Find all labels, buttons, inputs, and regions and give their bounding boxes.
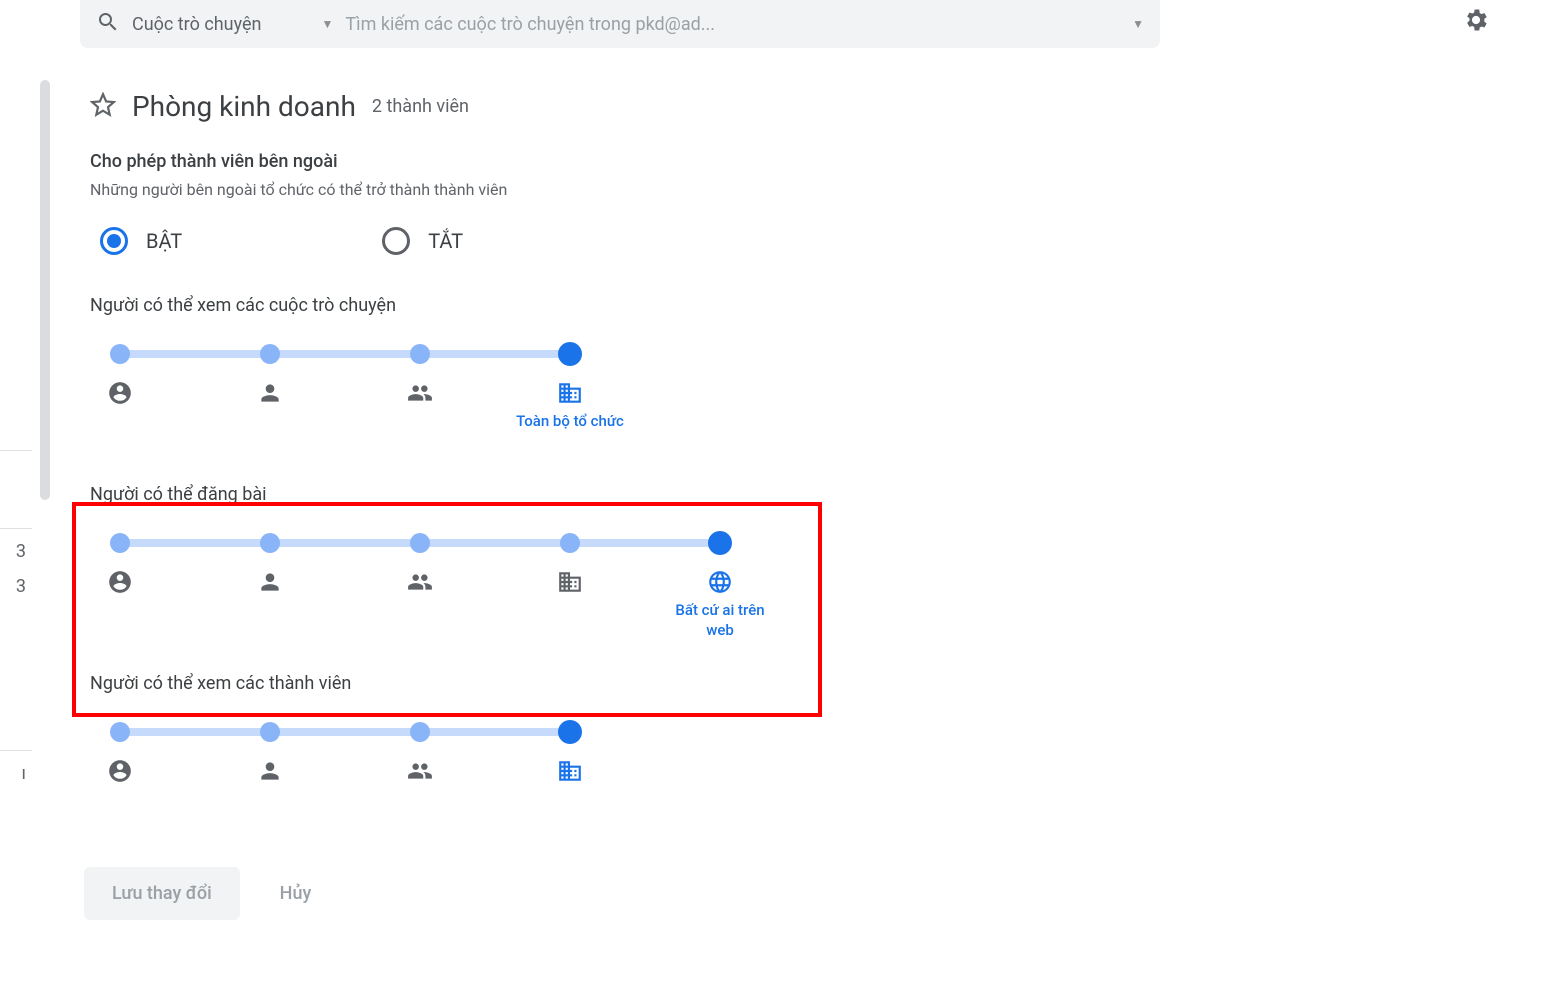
slider-stop-selected[interactable] bbox=[708, 531, 732, 555]
star-icon[interactable] bbox=[90, 92, 116, 122]
web-icon: Bất cứ ai trên web bbox=[660, 569, 780, 640]
search-category-dropdown[interactable]: Cuộc trò chuyện ▼ bbox=[132, 14, 333, 35]
search-bar: Cuộc trò chuyện ▼ Tìm kiếm các cuộc trò … bbox=[80, 0, 1160, 48]
member-count: 2 thành viên bbox=[372, 96, 469, 117]
radio-option-off[interactable]: TẮT bbox=[382, 227, 463, 255]
slider-stop-label: Toàn bộ tổ chức bbox=[510, 412, 630, 432]
sidebar-fragment bbox=[0, 438, 32, 463]
sidebar-fragment: 3 bbox=[0, 576, 32, 597]
sidebar-count: 3 bbox=[0, 576, 32, 597]
slider-stop[interactable] bbox=[110, 722, 130, 742]
external-members-radio-group: BẬT TẮT bbox=[90, 227, 1490, 255]
people-icon bbox=[360, 758, 480, 784]
search-category-label: Cuộc trò chuyện bbox=[132, 14, 261, 35]
org-icon: Toàn bộ tổ chức bbox=[510, 380, 630, 432]
slider-post: Người có thể đăng bài Bất c bbox=[90, 484, 1490, 633]
person-circle-icon bbox=[60, 758, 180, 784]
slider-stop[interactable] bbox=[260, 344, 280, 364]
radio-option-on[interactable]: BẬT bbox=[100, 227, 182, 255]
people-icon bbox=[360, 380, 480, 406]
slider-title: Người có thể xem các cuộc trò chuyện bbox=[90, 295, 1490, 316]
section-heading-external: Cho phép thành viên bên ngoài bbox=[90, 151, 1490, 172]
search-icon[interactable] bbox=[96, 10, 120, 38]
slider-track[interactable] bbox=[120, 340, 1490, 366]
cancel-button[interactable]: Hủy bbox=[280, 883, 312, 904]
radio-icon bbox=[100, 227, 128, 255]
slider-track[interactable] bbox=[120, 718, 1490, 744]
slider-stop[interactable] bbox=[560, 533, 580, 553]
slider-stop[interactable] bbox=[260, 533, 280, 553]
slider-stop-selected[interactable] bbox=[558, 720, 582, 744]
slider-stop[interactable] bbox=[410, 722, 430, 742]
page-title-row: Phòng kinh doanh 2 thành viên bbox=[90, 90, 1490, 123]
person-icon bbox=[210, 758, 330, 784]
slider-stop[interactable] bbox=[410, 344, 430, 364]
save-button[interactable]: Lưu thay đổi bbox=[84, 867, 240, 920]
main-content: Phòng kinh doanh 2 thành viên Cho phép t… bbox=[90, 90, 1490, 862]
sidebar-count: 3 bbox=[0, 541, 32, 562]
chevron-down-icon[interactable]: ▼ bbox=[1132, 17, 1144, 31]
slider-title: Người có thể đăng bài bbox=[90, 484, 1490, 505]
radio-label-on: BẬT bbox=[146, 229, 182, 253]
chevron-down-icon: ▼ bbox=[321, 17, 333, 31]
scrollbar-handle[interactable] bbox=[40, 80, 50, 500]
slider-stop[interactable] bbox=[260, 722, 280, 742]
people-icon bbox=[360, 569, 480, 595]
person-icon bbox=[210, 569, 330, 595]
slider-view-members: Người có thể xem các thành viên bbox=[90, 673, 1490, 822]
person-icon bbox=[210, 380, 330, 406]
slider-stop[interactable] bbox=[110, 344, 130, 364]
search-input[interactable]: Tìm kiếm các cuộc trò chuyện trong pkd@a… bbox=[345, 14, 1120, 35]
slider-stop[interactable] bbox=[110, 533, 130, 553]
slider-stop-selected[interactable] bbox=[558, 342, 582, 366]
slider-track[interactable] bbox=[120, 529, 1490, 555]
sidebar-fragment: 3 bbox=[0, 516, 32, 562]
person-circle-icon bbox=[60, 569, 180, 595]
sidebar-fragment: ı bbox=[0, 738, 32, 784]
person-circle-icon bbox=[60, 380, 180, 406]
slider-stop[interactable] bbox=[410, 533, 430, 553]
group-title: Phòng kinh doanh bbox=[132, 90, 356, 123]
section-desc-external: Những người bên ngoài tổ chức có thể trở… bbox=[90, 180, 1490, 199]
org-icon bbox=[510, 758, 630, 784]
radio-label-off: TẮT bbox=[428, 229, 463, 253]
org-icon bbox=[510, 569, 630, 595]
slider-title: Người có thể xem các thành viên bbox=[90, 673, 1490, 694]
slider-stop-label: Bất cứ ai trên web bbox=[660, 601, 780, 640]
slider-view-conversations: Người có thể xem các cuộc trò chuyện Toà… bbox=[90, 295, 1490, 444]
radio-icon bbox=[382, 227, 410, 255]
gear-icon[interactable] bbox=[1462, 6, 1490, 38]
footer-actions: Lưu thay đổi Hủy bbox=[84, 867, 311, 920]
